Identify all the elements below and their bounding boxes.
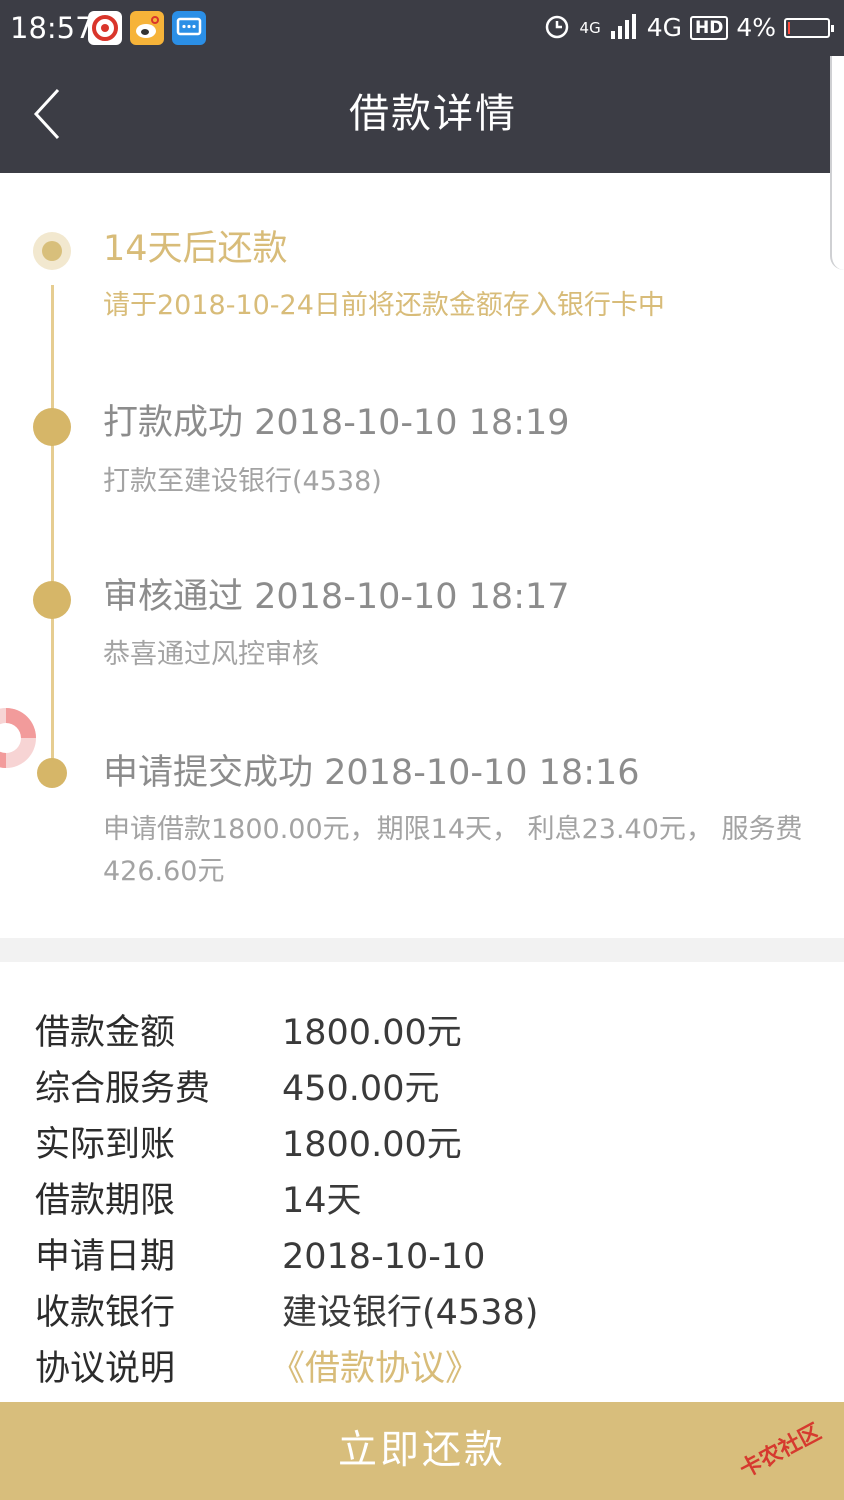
timeline-dot-paid	[33, 408, 71, 446]
detail-label: 协议说明	[35, 1349, 176, 1389]
detail-row-bank: 收款银行 建设银行(4538)	[0, 1285, 844, 1341]
detail-value: 1800.00元	[282, 1125, 462, 1165]
timeline-desc-submitted: 申请借款1800.00元，期限14天， 利息23.40元， 服务费426.60元	[103, 814, 803, 887]
status-bar: 18:57 4G 4G HD 4%	[0, 0, 844, 56]
detail-value: 1800.00元	[282, 1013, 462, 1053]
detail-label: 收款银行	[35, 1293, 176, 1333]
netease-news-icon	[88, 11, 122, 45]
timeline-title-repay: 14天后还款	[103, 229, 288, 269]
loan-agreement-link[interactable]: 《借款协议》	[270, 1341, 480, 1397]
detail-label: 借款期限	[35, 1181, 176, 1221]
lifebuoy-float-icon[interactable]	[0, 700, 46, 776]
detail-label: 实际到账	[35, 1125, 176, 1165]
timeline-line	[51, 285, 54, 773]
alarm-icon	[542, 11, 572, 45]
timeline-title-paid: 打款成功 2018-10-10 18:19	[103, 403, 570, 443]
timeline-desc-approved: 恭喜通过风控审核	[103, 639, 319, 670]
detail-row-term: 借款期限 14天	[0, 1173, 844, 1229]
timeline-title-submitted: 申请提交成功 2018-10-10 18:16	[103, 753, 640, 793]
nav-bar: 借款详情	[0, 56, 830, 173]
status-time: 18:57	[10, 11, 94, 45]
battery-icon	[784, 18, 834, 38]
detail-row-received: 实际到账 1800.00元	[0, 1117, 844, 1173]
detail-row-apply-date: 申请日期 2018-10-10	[0, 1229, 844, 1285]
status-indicators: 4G 4G HD 4%	[542, 10, 834, 46]
signal-icon	[609, 13, 639, 43]
detail-value: 2018-10-10	[282, 1237, 486, 1277]
detail-label: 借款金额	[35, 1013, 176, 1053]
detail-label: 综合服务费	[35, 1069, 211, 1109]
timeline-dot-approved	[33, 581, 71, 619]
detail-label: 申请日期	[35, 1237, 176, 1277]
detail-row-service-fee: 综合服务费 450.00元	[0, 1061, 844, 1117]
loan-progress-timeline: 14天后还款 请于2018-10-24日前将还款金额存入银行卡中 打款成功 20…	[0, 173, 844, 938]
network-type: 4G	[646, 13, 682, 42]
detail-row-agreement: 协议说明 《借款协议》	[0, 1341, 844, 1397]
weibo-icon	[130, 11, 164, 45]
timeline-desc-paid: 打款至建设银行(4538)	[103, 466, 382, 497]
detail-value: 建设银行(4538)	[282, 1293, 539, 1333]
detail-value: 450.00元	[282, 1069, 440, 1109]
battery-percent: 4%	[736, 13, 776, 42]
timeline-dot-current	[33, 232, 71, 270]
signal-4g-label: 4G	[579, 19, 601, 37]
page-title: 借款详情	[349, 91, 517, 137]
section-divider	[0, 938, 844, 962]
timeline-title-approved: 审核通过 2018-10-10 18:17	[103, 577, 570, 617]
detail-value: 14天	[282, 1181, 362, 1221]
repay-now-button[interactable]: 立即还款	[0, 1402, 844, 1500]
timeline-desc-repay: 请于2018-10-24日前将还款金额存入银行卡中	[103, 290, 665, 321]
message-icon	[172, 11, 206, 45]
hd-voice-badge: HD	[689, 16, 729, 40]
detail-row-amount: 借款金额 1800.00元	[0, 1005, 844, 1061]
